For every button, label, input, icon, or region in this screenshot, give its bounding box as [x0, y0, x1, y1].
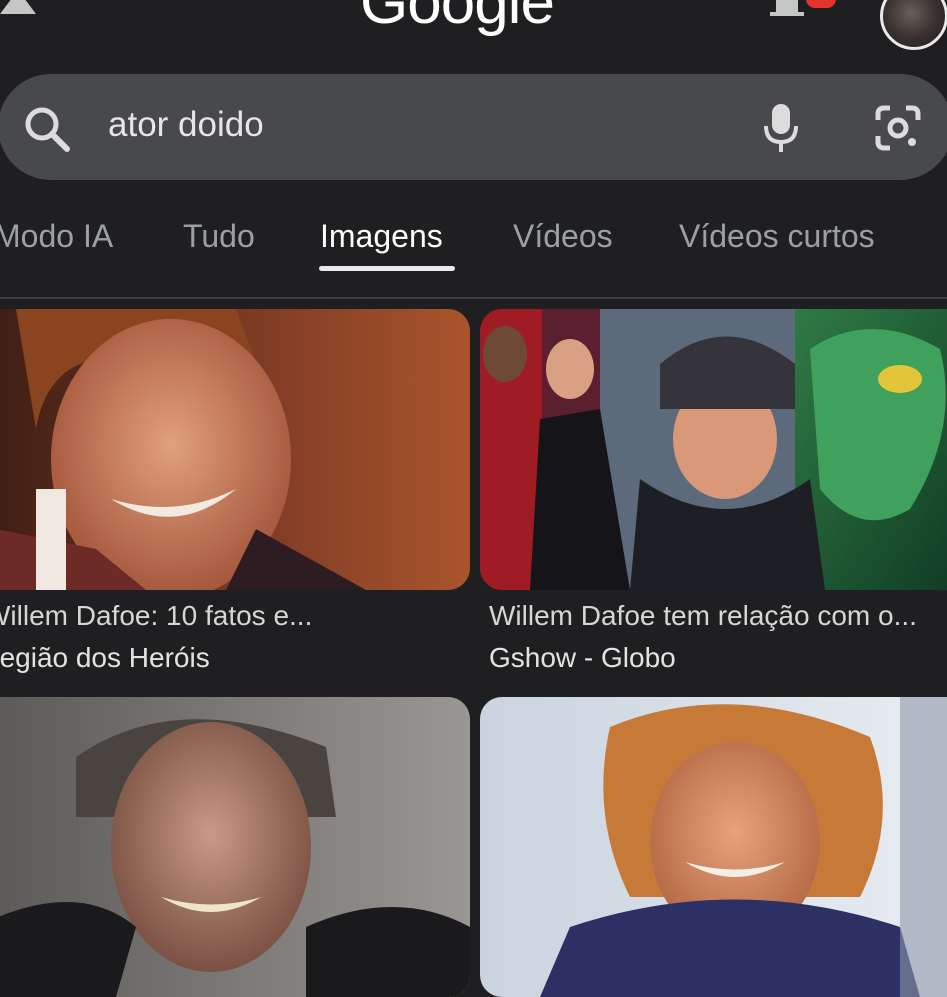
active-tab-indicator [319, 266, 455, 271]
google-logo[interactable]: Google [360, 0, 555, 34]
mic-icon[interactable] [763, 102, 799, 154]
result-image-2[interactable] [480, 309, 947, 590]
result-image-3[interactable] [0, 697, 470, 997]
top-bar: Google [0, 0, 947, 60]
tab-tudo[interactable]: Tudo [183, 218, 255, 255]
result-title-2[interactable]: Willem Dafoe tem relação com o... [489, 600, 917, 632]
tabs-divider [0, 297, 947, 299]
search-input[interactable]: ator doido [108, 101, 264, 149]
google-lens-icon[interactable] [874, 104, 922, 152]
result-source-1[interactable]: Legião dos Heróis [0, 642, 210, 674]
result-image-1[interactable] [0, 309, 470, 590]
search-box[interactable]: ator doido [0, 74, 947, 180]
avatar[interactable] [880, 0, 947, 50]
labs-flask-icon[interactable] [0, 0, 50, 20]
result-title-1[interactable]: Willem Dafoe: 10 fatos e... [0, 600, 312, 632]
search-icon[interactable] [22, 104, 72, 154]
search-tabs: Modo IA Tudo Imagens Vídeos Vídeos curto… [0, 210, 947, 300]
tab-imagens[interactable]: Imagens [320, 218, 443, 255]
result-source-2[interactable]: Gshow - Globo [489, 642, 676, 674]
tab-modo-ia[interactable]: Modo IA [0, 218, 113, 255]
result-image-4[interactable] [480, 697, 947, 997]
tab-videos-curtos[interactable]: Vídeos curtos [679, 218, 875, 255]
tab-videos[interactable]: Vídeos [513, 218, 613, 255]
notification-badge [806, 0, 836, 8]
